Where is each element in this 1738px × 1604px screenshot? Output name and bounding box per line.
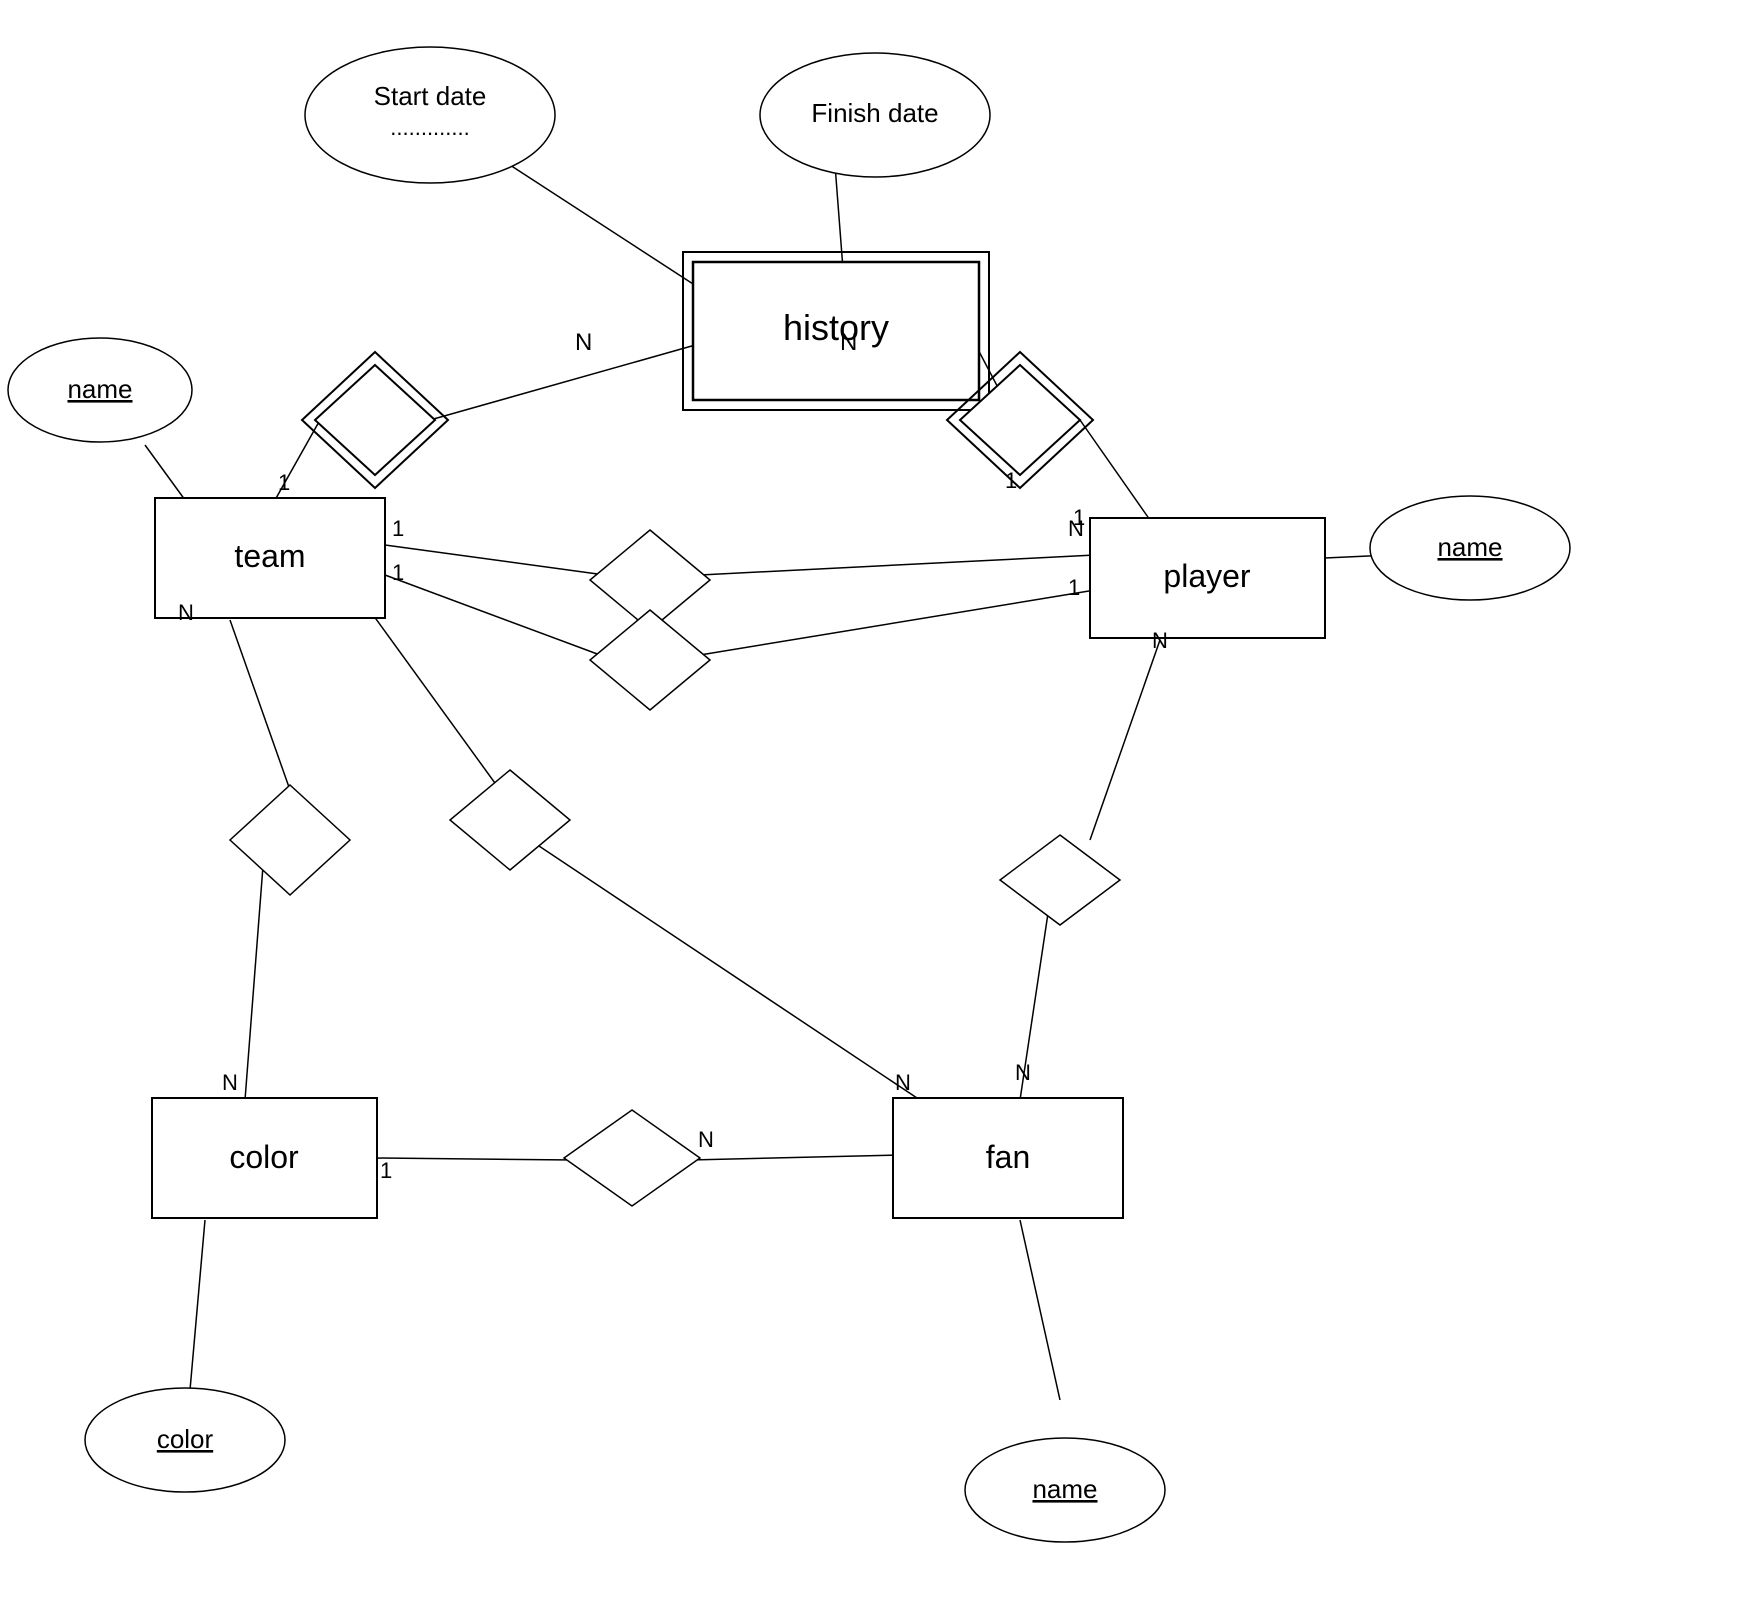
attribute-start-date-label: Start date — [374, 81, 487, 111]
attribute-player-name: name — [1370, 496, 1570, 600]
attribute-team-name-label: name — [67, 374, 132, 404]
relationship-team-color — [230, 785, 350, 895]
attribute-player-name-label: name — [1437, 532, 1502, 562]
attribute-fan-name-label: name — [1032, 1474, 1097, 1504]
cardinality-team-contract-1: 1 — [392, 560, 404, 585]
cardinality-team-top-1: 1 — [278, 470, 290, 495]
entity-color-label: color — [229, 1139, 299, 1175]
entity-player: player — [1090, 518, 1325, 638]
attribute-start-date: Start date ............. — [305, 47, 555, 183]
attribute-fan-name: name — [965, 1438, 1165, 1542]
cardinality-history-player-1: 1 — [1073, 505, 1085, 530]
relationship-player-fan — [1000, 835, 1120, 925]
cardinality-history-left-n: N — [575, 329, 592, 356]
cardinality-player-contract-1: 1 — [1068, 575, 1080, 600]
attribute-finish-date-label: Finish date — [811, 98, 938, 128]
cardinality-player-fan-n: N — [1152, 628, 1168, 653]
entity-team-label: team — [234, 538, 305, 574]
cardinality-right-diamond-1: 1 — [1005, 468, 1017, 493]
relationship-history-team — [302, 352, 448, 488]
entity-fan: fan — [893, 1098, 1123, 1218]
er-diagram: history team player color fan Start date… — [0, 0, 1738, 1604]
cardinality-team-n: N — [178, 600, 194, 625]
cardinality-color-fan-1: 1 — [380, 1158, 392, 1183]
attribute-team-name: name — [8, 338, 192, 442]
attribute-color-label: color — [157, 1424, 214, 1454]
entity-player-label: player — [1163, 558, 1251, 594]
cardinality-color-fan-n: N — [698, 1127, 714, 1152]
entity-history-label: history — [783, 307, 889, 348]
entity-fan-label: fan — [986, 1139, 1030, 1175]
cardinality-fan-right-n: N — [1015, 1060, 1031, 1085]
relationship-contract — [590, 610, 710, 710]
entity-history: history — [683, 252, 989, 410]
cardinality-team-plays-1: 1 — [392, 516, 404, 541]
cardinality-history-right-n: N — [840, 329, 857, 356]
attribute-start-date-dots: ............. — [390, 115, 469, 140]
cardinality-color-n: N — [222, 1070, 238, 1095]
cardinality-fan-left-n: N — [895, 1070, 911, 1095]
relationship-color-fan — [564, 1110, 700, 1206]
entity-color: color — [152, 1098, 377, 1218]
attribute-finish-date: Finish date — [760, 53, 990, 177]
attribute-color: color — [85, 1388, 285, 1492]
